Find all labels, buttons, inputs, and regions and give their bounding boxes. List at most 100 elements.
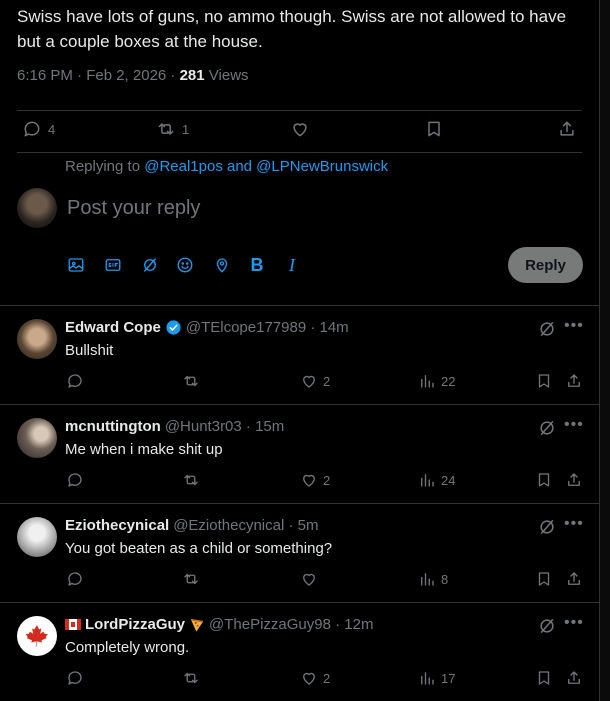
- avatar[interactable]: [17, 319, 57, 359]
- replying-prefix: Replying to: [65, 158, 145, 175]
- reply-action[interactable]: [66, 471, 89, 489]
- bold-button[interactable]: B: [247, 255, 267, 275]
- tweet-actions: 4 1: [0, 111, 600, 151]
- reply-header: mcnuttington @Hunt3r03 · 15m: [65, 418, 284, 435]
- reply-text: Me when i make shit up: [65, 441, 223, 458]
- like-count: 2: [323, 373, 331, 389]
- more-icon[interactable]: •••: [564, 317, 584, 335]
- gif-icon: [105, 259, 121, 271]
- comment-icon: [68, 671, 82, 685]
- like-count: 2: [323, 472, 331, 488]
- reply-button[interactable]: Reply: [508, 247, 583, 283]
- comment-icon: [68, 473, 82, 487]
- reply-post[interactable]: Edward Cope @TElcope177989 · 14m Bullshi…: [0, 305, 600, 404]
- scrollbar[interactable]: [600, 0, 610, 701]
- replying-handles[interactable]: @Real1pos and @LPNewBrunswick: [144, 158, 388, 175]
- reply-post[interactable]: mcnuttington @Hunt3r03 · 15m Me when i m…: [0, 404, 600, 503]
- reply-action[interactable]: [66, 570, 89, 588]
- heart-icon: [303, 573, 315, 586]
- comment-icon: [68, 572, 82, 586]
- bookmark-action[interactable]: [535, 471, 553, 489]
- handle-and-time: @ThePizzaGuy98 · 12m: [209, 616, 374, 633]
- conversation-column: Swiss have lots of guns, no ammo though.…: [0, 0, 600, 701]
- grok-icon[interactable]: [537, 616, 557, 636]
- current-user-avatar[interactable]: [17, 188, 57, 228]
- reply-action[interactable]: 4: [22, 119, 55, 139]
- repost-action[interactable]: 1: [156, 119, 189, 139]
- bookmark-icon: [538, 572, 550, 586]
- repost-action[interactable]: [182, 471, 205, 489]
- like-action[interactable]: 2: [300, 669, 330, 687]
- heart-icon: [303, 474, 315, 487]
- bookmark-icon: [538, 374, 550, 388]
- views-action[interactable]: 8: [418, 570, 448, 588]
- bookmark-action[interactable]: [535, 669, 553, 687]
- share-icon: [568, 473, 580, 486]
- reply-header: Edward Cope @TElcope177989 · 14m: [65, 319, 349, 336]
- share-action[interactable]: [565, 471, 583, 489]
- view-count: 22: [441, 373, 456, 389]
- bookmark-action[interactable]: [535, 372, 553, 390]
- grok-icon[interactable]: [537, 319, 557, 339]
- heart-icon: [303, 672, 315, 685]
- tweet-timestamp[interactable]: 6:16 PM · Feb 2, 2026 ·: [17, 67, 180, 84]
- like-action[interactable]: 2: [300, 372, 330, 390]
- handle-and-time: @TElcope177989 · 14m: [185, 319, 349, 336]
- more-icon[interactable]: •••: [564, 416, 584, 434]
- bookmark-action[interactable]: [424, 119, 444, 139]
- grok-icon[interactable]: [537, 517, 557, 537]
- display-name[interactable]: LordPizzaGuy: [85, 616, 185, 633]
- location-button[interactable]: [212, 255, 232, 275]
- display-name[interactable]: Edward Cope: [65, 319, 161, 336]
- display-name[interactable]: Eziothecynical: [65, 517, 169, 534]
- reply-count: 4: [48, 121, 56, 137]
- divider: [17, 152, 582, 153]
- more-icon[interactable]: •••: [564, 614, 584, 632]
- repost-action[interactable]: [182, 669, 205, 687]
- media-button[interactable]: [66, 255, 86, 275]
- reply-action[interactable]: [66, 372, 89, 390]
- repost-action[interactable]: [182, 372, 205, 390]
- views-label: Views: [208, 67, 249, 84]
- avatar[interactable]: [17, 616, 57, 656]
- like-action[interactable]: [290, 119, 310, 139]
- views-count: 281: [179, 67, 205, 84]
- italic-icon: I: [289, 254, 295, 275]
- reply-input[interactable]: Post your reply: [67, 197, 200, 220]
- emoji-button[interactable]: [175, 255, 195, 275]
- view-count: 24: [441, 472, 456, 488]
- avatar[interactable]: [17, 517, 57, 557]
- display-name[interactable]: mcnuttington: [65, 418, 161, 435]
- reply-post[interactable]: LordPizzaGuy @ThePizzaGuy98 · 12m Comple…: [0, 602, 600, 701]
- reply-action[interactable]: [66, 669, 89, 687]
- italic-button[interactable]: I: [282, 255, 302, 275]
- reply-text: Bullshit: [65, 342, 114, 359]
- share-action[interactable]: [565, 372, 583, 390]
- handle-and-time: @Eziothecynical · 5m: [173, 517, 319, 534]
- repost-icon: [184, 573, 198, 585]
- share-action[interactable]: [565, 669, 583, 687]
- share-action[interactable]: [565, 570, 583, 588]
- repost-action[interactable]: [182, 570, 205, 588]
- views-action[interactable]: 17: [418, 669, 455, 687]
- verified-badge-icon: [166, 320, 181, 335]
- analytics-icon: [421, 474, 434, 487]
- grok-icon[interactable]: [537, 418, 557, 438]
- like-action[interactable]: [300, 570, 323, 588]
- reply-post[interactable]: Eziothecynical @Eziothecynical · 5m You …: [0, 503, 600, 602]
- views-action[interactable]: 24: [418, 471, 455, 489]
- image-icon: [68, 258, 84, 272]
- heart-icon: [293, 123, 307, 137]
- bookmark-icon: [538, 473, 550, 487]
- share-icon: [568, 572, 580, 585]
- more-icon[interactable]: •••: [564, 515, 584, 533]
- like-action[interactable]: 2: [300, 471, 330, 489]
- views-action[interactable]: 22: [418, 372, 455, 390]
- grok-button[interactable]: [140, 255, 160, 275]
- view-count: 8: [441, 571, 449, 587]
- share-action[interactable]: [557, 119, 577, 139]
- bookmark-action[interactable]: [535, 570, 553, 588]
- like-count: 2: [323, 670, 331, 686]
- avatar[interactable]: [17, 418, 57, 458]
- gif-button[interactable]: [103, 255, 123, 275]
